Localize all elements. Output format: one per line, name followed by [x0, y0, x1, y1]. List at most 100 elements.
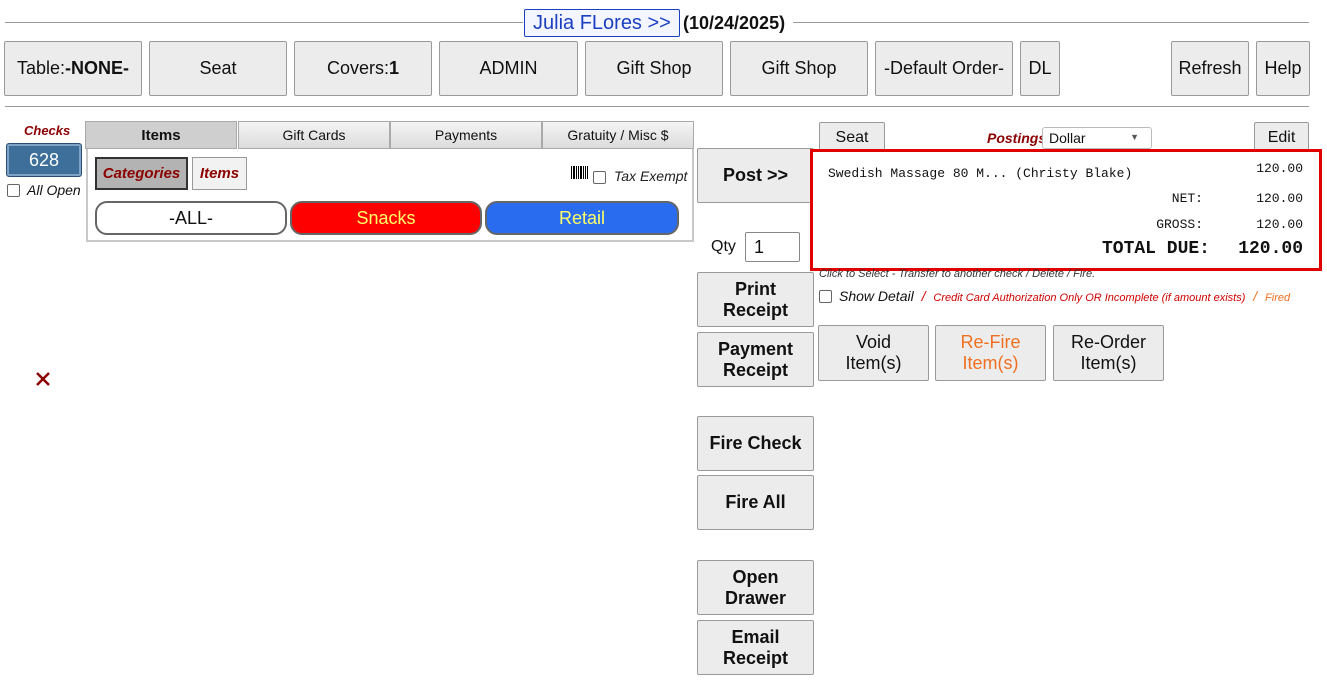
category-retail-label: Retail: [558, 207, 606, 228]
tab-gift-cards[interactable]: Gift Cards: [238, 121, 390, 149]
check-number: 628: [28, 149, 60, 170]
void-line2: Item(s): [845, 353, 902, 373]
check-hint: Click to Select - Transfer to another ch…: [819, 268, 1096, 280]
checks-title: Checks: [24, 123, 71, 138]
dl-label: DL: [1028, 58, 1052, 78]
admin-label: ADMIN: [479, 58, 538, 78]
email-receipt-line1: Email: [731, 626, 780, 647]
total-due-label: TOTAL DUE:: [1101, 239, 1210, 259]
table-value: -NONE-: [65, 58, 130, 78]
edit-label: Edit: [1267, 129, 1296, 146]
fire-all-button[interactable]: Fire All: [697, 475, 814, 530]
categories-label: Categories: [102, 165, 181, 182]
admin-button[interactable]: ADMIN: [439, 41, 578, 96]
gift-shop-label-1: Gift Shop: [616, 58, 692, 78]
items-button[interactable]: Items: [192, 157, 247, 190]
qty-value: 1: [754, 236, 765, 257]
refire-line1: Re-Fire: [960, 332, 1021, 352]
legend-cc: Credit Card Authorization Only OR Incomp…: [933, 292, 1246, 304]
open-drawer-line2: Drawer: [724, 587, 787, 608]
fire-check-label: Fire Check: [709, 433, 802, 453]
fire-check-button[interactable]: Fire Check: [697, 416, 814, 471]
line-item-amount: 120.00: [1256, 161, 1303, 176]
tab-gift-cards-label: Gift Cards: [282, 127, 346, 143]
tab-payments-label: Payments: [434, 127, 498, 143]
check-seat-label: Seat: [835, 129, 869, 146]
gift-shop-button-1[interactable]: Gift Shop: [585, 41, 723, 96]
category-all[interactable]: -ALL-: [95, 201, 287, 235]
help-button[interactable]: Help: [1256, 41, 1310, 96]
items-label: Items: [199, 165, 240, 182]
tax-exempt-label: Tax Exempt: [614, 168, 688, 184]
print-receipt-button[interactable]: Print Receipt: [697, 272, 814, 327]
payment-receipt-button[interactable]: Payment Receipt: [697, 332, 814, 387]
legend-separator-2: /: [1253, 288, 1258, 304]
covers-label: Covers:: [326, 58, 389, 78]
refresh-label: Refresh: [1178, 58, 1242, 78]
refire-line2: Item(s): [962, 353, 1019, 373]
tab-items[interactable]: Items: [85, 121, 237, 149]
tab-gratuity-label: Gratuity / Misc $: [567, 127, 669, 143]
postings-select[interactable]: Dollar ▼: [1042, 127, 1152, 149]
all-open-checkbox[interactable]: [7, 184, 20, 197]
post-button[interactable]: Post >>: [697, 148, 814, 203]
show-detail-checkbox[interactable]: [819, 290, 832, 303]
chevron-down-icon: ▼: [1130, 132, 1139, 142]
categories-button[interactable]: Categories: [95, 157, 188, 190]
covers-value: 1: [389, 58, 400, 78]
table-label: Table:: [16, 58, 66, 78]
payment-receipt-line2: Receipt: [722, 359, 789, 380]
legend-separator-1: /: [921, 288, 926, 304]
post-label: Post >>: [722, 165, 789, 185]
category-retail[interactable]: Retail: [485, 201, 679, 235]
all-open-label: All Open: [27, 182, 81, 198]
open-drawer-button[interactable]: Open Drawer: [697, 560, 814, 615]
tab-gratuity[interactable]: Gratuity / Misc $: [542, 121, 694, 149]
tab-payments[interactable]: Payments: [390, 121, 542, 149]
open-drawer-line1: Open: [732, 566, 779, 587]
line-item-description[interactable]: Swedish Massage 80 M... (Christy Blake): [828, 166, 1132, 181]
covers-button[interactable]: Covers: 1: [294, 41, 432, 96]
customer-link[interactable]: Julia FLores >>: [524, 9, 680, 37]
order-date: (10/24/2025): [683, 13, 786, 33]
reorder-items-button[interactable]: Re-Order Item(s): [1053, 325, 1164, 381]
seat-button[interactable]: Seat: [149, 41, 287, 96]
fire-all-label: Fire All: [725, 492, 786, 512]
reorder-line1: Re-Order: [1070, 332, 1146, 352]
print-receipt-line1: Print: [734, 278, 776, 299]
refire-items-button[interactable]: Re-Fire Item(s): [935, 325, 1046, 381]
gross-label: GROSS:: [1156, 217, 1203, 232]
email-receipt-line2: Receipt: [722, 647, 789, 668]
seat-label: Seat: [199, 58, 237, 78]
legend-fired: Fired: [1265, 292, 1291, 304]
reorder-line2: Item(s): [1080, 353, 1137, 373]
category-all-label: -ALL-: [168, 207, 213, 228]
barcode-icon[interactable]: [571, 166, 588, 179]
void-items-button[interactable]: Void Item(s): [818, 325, 929, 381]
qty-input[interactable]: 1: [745, 232, 800, 262]
tax-exempt-checkbox[interactable]: [593, 171, 606, 184]
net-label: NET:: [1171, 191, 1203, 206]
payment-receipt-line1: Payment: [717, 338, 794, 359]
void-line1: Void: [855, 332, 892, 352]
total-due-value: 120.00: [1238, 239, 1303, 259]
check-badge[interactable]: 628: [6, 143, 82, 177]
default-order-button[interactable]: -Default Order-: [875, 41, 1013, 96]
check-detail-box[interactable]: Swedish Massage 80 M... (Christy Blake) …: [810, 149, 1322, 271]
qty-label: Qty: [711, 238, 736, 255]
dl-button[interactable]: DL: [1020, 41, 1060, 96]
gross-value: 120.00: [1256, 217, 1303, 232]
help-label: Help: [1264, 58, 1302, 78]
category-snacks[interactable]: Snacks: [290, 201, 482, 235]
postings-label: Postings: [987, 130, 1047, 146]
tab-items-label: Items: [141, 126, 181, 144]
refresh-button[interactable]: Refresh: [1171, 41, 1249, 96]
email-receipt-button[interactable]: Email Receipt: [697, 620, 814, 675]
default-order-label: -Default Order-: [883, 58, 1005, 78]
table-button[interactable]: Table: -NONE-: [4, 41, 142, 96]
gift-shop-button-2[interactable]: Gift Shop: [730, 41, 868, 96]
postings-select-value: Dollar: [1049, 130, 1086, 146]
close-x-icon[interactable]: [36, 372, 50, 386]
legend-row: Show Detail / Credit Card Authorization …: [839, 288, 1290, 304]
customer-name: Julia FLores >>: [533, 11, 671, 34]
